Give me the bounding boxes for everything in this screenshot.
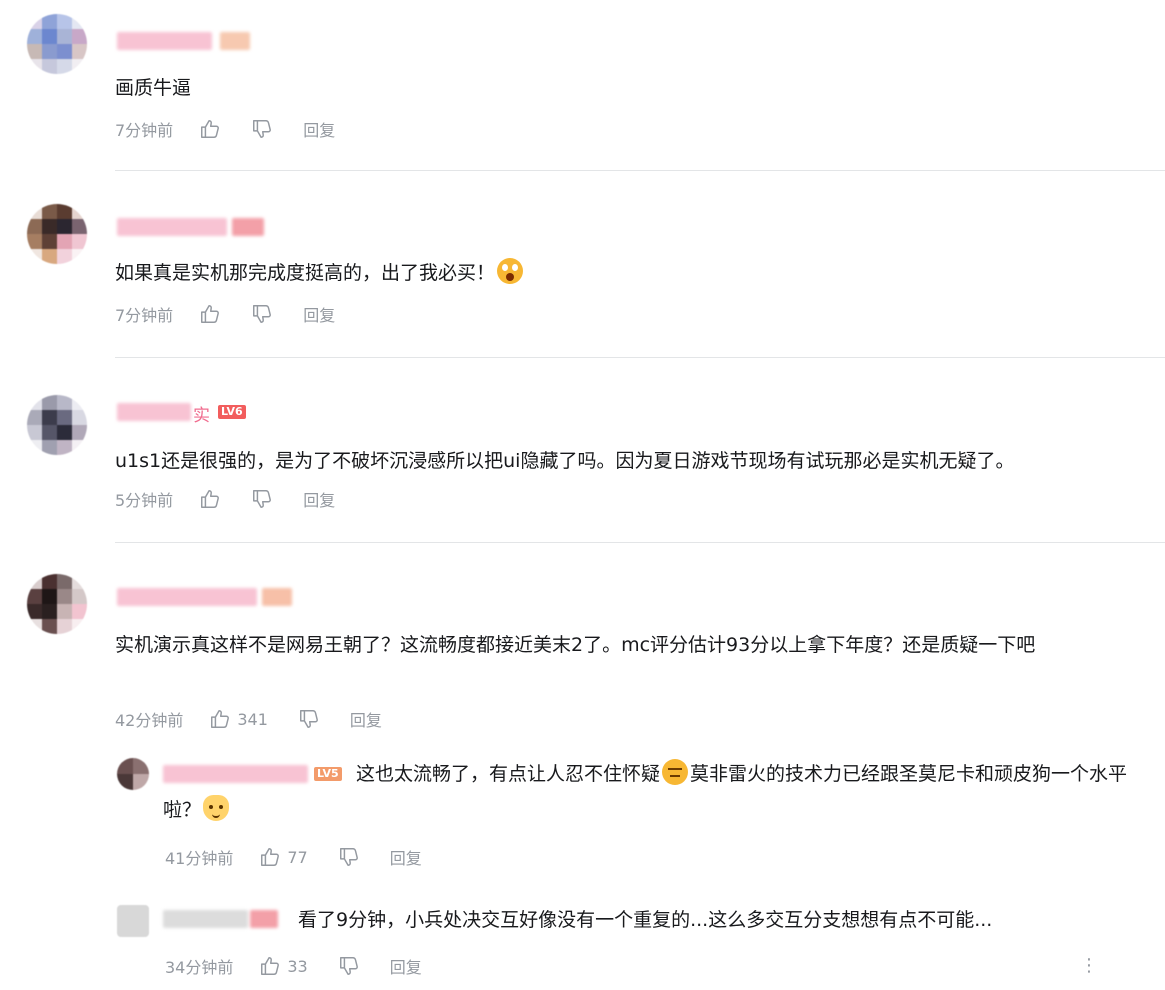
doubt-face-emoji: [662, 759, 689, 785]
comment-text: 实机演示真这样不是网易王朝了？这流畅度都接近美末2了。mc评分估计93分以上拿下…: [115, 634, 1036, 656]
comment-meta: 7分钟前 回复: [115, 118, 335, 140]
like-button[interactable]: 33: [259, 955, 308, 977]
reply-meta: 34分钟前 33 回复: [165, 954, 422, 978]
dislike-button[interactable]: [298, 708, 320, 730]
thumb-down-icon: [338, 955, 360, 977]
thumb-up-icon: [259, 846, 281, 868]
reply-meta: 41分钟前 77 回复: [165, 845, 422, 869]
username[interactable]: [117, 588, 257, 606]
dislike-button[interactable]: [251, 118, 273, 140]
comment-meta: 42分钟前 341 回复: [115, 707, 382, 731]
avatar[interactable]: [27, 395, 87, 455]
like-count: 77: [287, 847, 308, 867]
divider: [115, 357, 1165, 358]
reply-button[interactable]: 回复: [303, 117, 335, 141]
avatar[interactable]: [27, 14, 87, 74]
like-button[interactable]: [199, 118, 221, 140]
thumb-up-icon: [259, 955, 281, 977]
reply-text: 看了9分钟，小兵处决交互好像没有一个重复的...这么多交互分支想想有点不可能..…: [298, 909, 993, 931]
level-badge: LV6: [218, 405, 246, 419]
dislike-button[interactable]: [338, 846, 360, 868]
comment-text: 如果真是实机那完成度挺高的，出了我必买！: [115, 255, 1155, 291]
username-badge-blur: [232, 218, 264, 236]
reply-avatar[interactable]: [117, 905, 149, 937]
thumb-up-icon: [199, 303, 221, 325]
comment-text: u1s1还是很强的，是为了不破坏沉浸感所以把ui隐藏了吗。因为夏日游戏节现场有试…: [115, 450, 1015, 472]
thumb-up-icon: [209, 708, 231, 730]
thumb-up-icon: [199, 488, 221, 510]
shocked-face-emoji: [497, 258, 524, 284]
like-button[interactable]: [199, 303, 221, 325]
comment-meta: 7分钟前 回复: [115, 303, 335, 325]
divider: [115, 542, 1165, 543]
comment-text-content: 如果真是实机那完成度挺高的，出了我必买！: [115, 262, 496, 284]
reply-avatar[interactable]: [117, 758, 149, 790]
like-button[interactable]: [199, 488, 221, 510]
username-badge-blur: [220, 32, 250, 50]
reply-button[interactable]: 回复: [350, 707, 382, 731]
reply-username-badge-blur: [250, 910, 278, 928]
avatar[interactable]: [27, 574, 87, 634]
avatar[interactable]: [27, 204, 87, 264]
dislike-button[interactable]: [338, 955, 360, 977]
comment-time: 7分钟前: [115, 306, 174, 325]
username-badge-blur: [262, 588, 292, 606]
comment-time: 42分钟前: [115, 711, 184, 730]
cat-face-emoji: [203, 795, 230, 821]
comment-time: 5分钟前: [115, 491, 174, 510]
dislike-button[interactable]: [251, 303, 273, 325]
reply-button[interactable]: 回复: [303, 487, 335, 511]
reply-time: 34分钟前: [165, 958, 234, 977]
thumb-down-icon: [251, 488, 273, 510]
like-count: 33: [287, 956, 308, 976]
reply-button[interactable]: 回复: [390, 845, 422, 869]
comment-meta: 5分钟前 回复: [115, 488, 335, 510]
reply-username[interactable]: [163, 910, 248, 928]
reply-text-part-a: 这也太流畅了，有点让人忍不住怀疑: [356, 763, 661, 785]
reply-button[interactable]: 回复: [390, 954, 422, 978]
username[interactable]: [117, 218, 227, 236]
reply-text: 这也太流畅了，有点让人忍不住怀疑 莫非雷火的技术力已经跟圣莫尼卡和顽皮狗一个水平啦…: [163, 756, 1153, 828]
reply-button[interactable]: 回复: [303, 302, 335, 326]
more-options-icon[interactable]: ⋮: [1080, 955, 1098, 976]
reply-time: 41分钟前: [165, 849, 234, 868]
thumb-down-icon: [298, 708, 320, 730]
thumb-down-icon: [251, 118, 273, 140]
dislike-button[interactable]: [251, 488, 273, 510]
username[interactable]: [117, 32, 212, 50]
thumb-up-icon: [199, 118, 221, 140]
comment-time: 7分钟前: [115, 121, 174, 140]
thumb-down-icon: [251, 303, 273, 325]
thumb-down-icon: [338, 846, 360, 868]
username-fragment: 实: [193, 406, 210, 426]
like-count: 341: [237, 709, 268, 729]
divider: [115, 170, 1165, 171]
username[interactable]: [117, 403, 191, 421]
like-button[interactable]: 341: [209, 708, 268, 730]
comment-text: 画质牛逼: [115, 77, 192, 99]
like-button[interactable]: 77: [259, 846, 308, 868]
